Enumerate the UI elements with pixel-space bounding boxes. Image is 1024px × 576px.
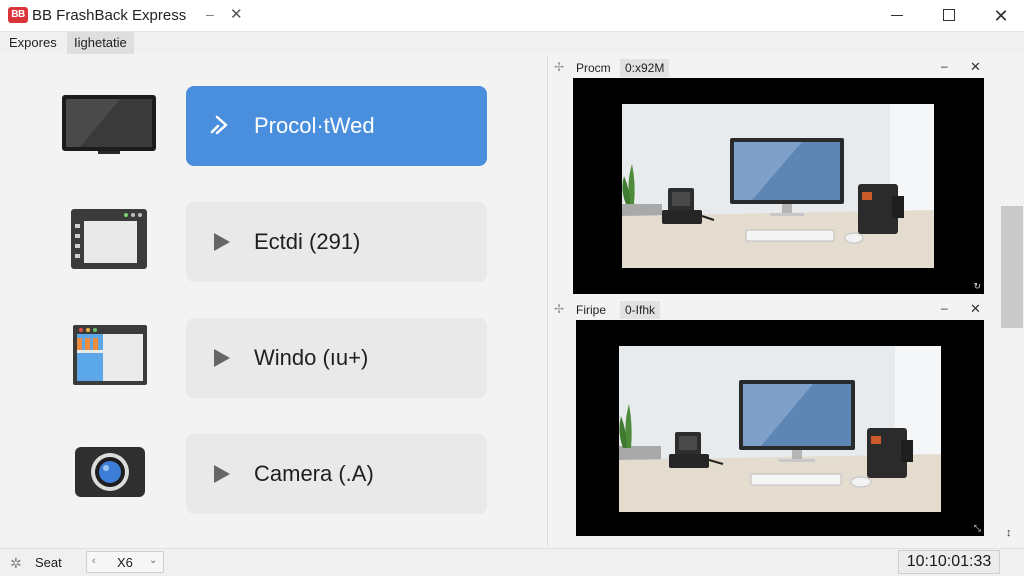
minimize-icon [891, 15, 903, 16]
pane-title: Firipe [576, 303, 607, 317]
menu-bar: Expores Iighetatie [0, 32, 1024, 54]
pane-tag[interactable]: 0-Ifhk [620, 301, 661, 319]
app-window-icon [71, 209, 147, 269]
option-label: Windo (ıu+) [254, 345, 369, 370]
status-bar: ✲ Seat ‹ X6 ⌄ 10:10:01:33 [0, 548, 1024, 576]
play-arrow-icon [214, 233, 230, 251]
camera-icon [75, 447, 145, 497]
maximize-icon [943, 9, 955, 21]
scroll-arrows-icon[interactable]: ↕ [1006, 527, 1012, 539]
preview-pane-header: ✢ Firipe 0-Ifhk – ✕ [550, 300, 990, 320]
window-maximize-button[interactable] [926, 0, 972, 32]
option-camera-button[interactable]: Camera (.A) [186, 434, 487, 514]
pane-refresh-icon[interactable]: ↻ [973, 281, 981, 292]
menu-item-iighetatie[interactable]: Iighetatie [67, 32, 134, 54]
app-logo: BB [8, 7, 28, 23]
monitor-icon [62, 95, 156, 154]
pane-close-icon[interactable]: ✕ [970, 301, 981, 317]
speed-select[interactable]: ‹ X6 ⌄ [86, 551, 164, 573]
pane-tag[interactable]: 0:x92M [620, 59, 670, 77]
option-label: Camera (.A) [254, 461, 374, 486]
chevron-left-icon: ‹ [92, 555, 96, 567]
chevron-down-icon: ⌄ [149, 555, 158, 566]
preview-image [622, 104, 934, 268]
pane-minimize-icon[interactable]: – [941, 59, 948, 73]
select-value: X6 [117, 555, 133, 570]
timecode-display: 10:10:01:33 [898, 550, 1000, 574]
option-ectdi-button[interactable]: Ectdi (291) [186, 202, 487, 282]
pane-expand-icon[interactable]: ⤡ [974, 523, 981, 534]
preview-pane[interactable]: ⤡ [576, 320, 984, 536]
option-label: Ectdi (291) [254, 229, 361, 254]
option-label: Procol·tWed [254, 113, 375, 138]
option-procol-twed-button[interactable]: Procol·tWed [186, 86, 487, 166]
titlebar-close-icon[interactable]: ✕ [230, 5, 243, 23]
titlebar-minimize-icon[interactable]: – [206, 6, 214, 22]
window-icon [73, 325, 147, 385]
window-minimize-button[interactable] [874, 0, 920, 32]
pin-icon[interactable]: ✢ [554, 302, 564, 316]
preview-pane[interactable]: ↻ [573, 78, 984, 294]
scrollbar-thumb[interactable] [1001, 206, 1023, 328]
title-bar: BB BB FrashBack Express – ✕ ✕ [0, 0, 1024, 32]
pin-icon[interactable]: ✢ [554, 60, 564, 74]
window-close-button[interactable]: ✕ [978, 0, 1024, 32]
preview-pane-header: ✢ Procm 0:x92M – ✕ [550, 58, 990, 78]
play-arrow-icon [214, 349, 230, 367]
play-arrow-icon [214, 465, 230, 483]
option-windo-button[interactable]: Windo (ıu+) [186, 318, 487, 398]
gear-icon[interactable]: ✲ [10, 555, 22, 572]
pane-title: Procm [576, 61, 611, 75]
preview-image [619, 346, 941, 512]
pane-minimize-icon[interactable]: – [941, 301, 948, 315]
chevron-right-icon [210, 115, 228, 135]
window-title: BB FrashBack Express [32, 7, 187, 24]
pane-close-icon[interactable]: ✕ [970, 59, 981, 75]
menu-item-expores[interactable]: Expores [2, 32, 64, 54]
panel-divider [547, 56, 548, 546]
status-label: Seat [35, 555, 62, 570]
